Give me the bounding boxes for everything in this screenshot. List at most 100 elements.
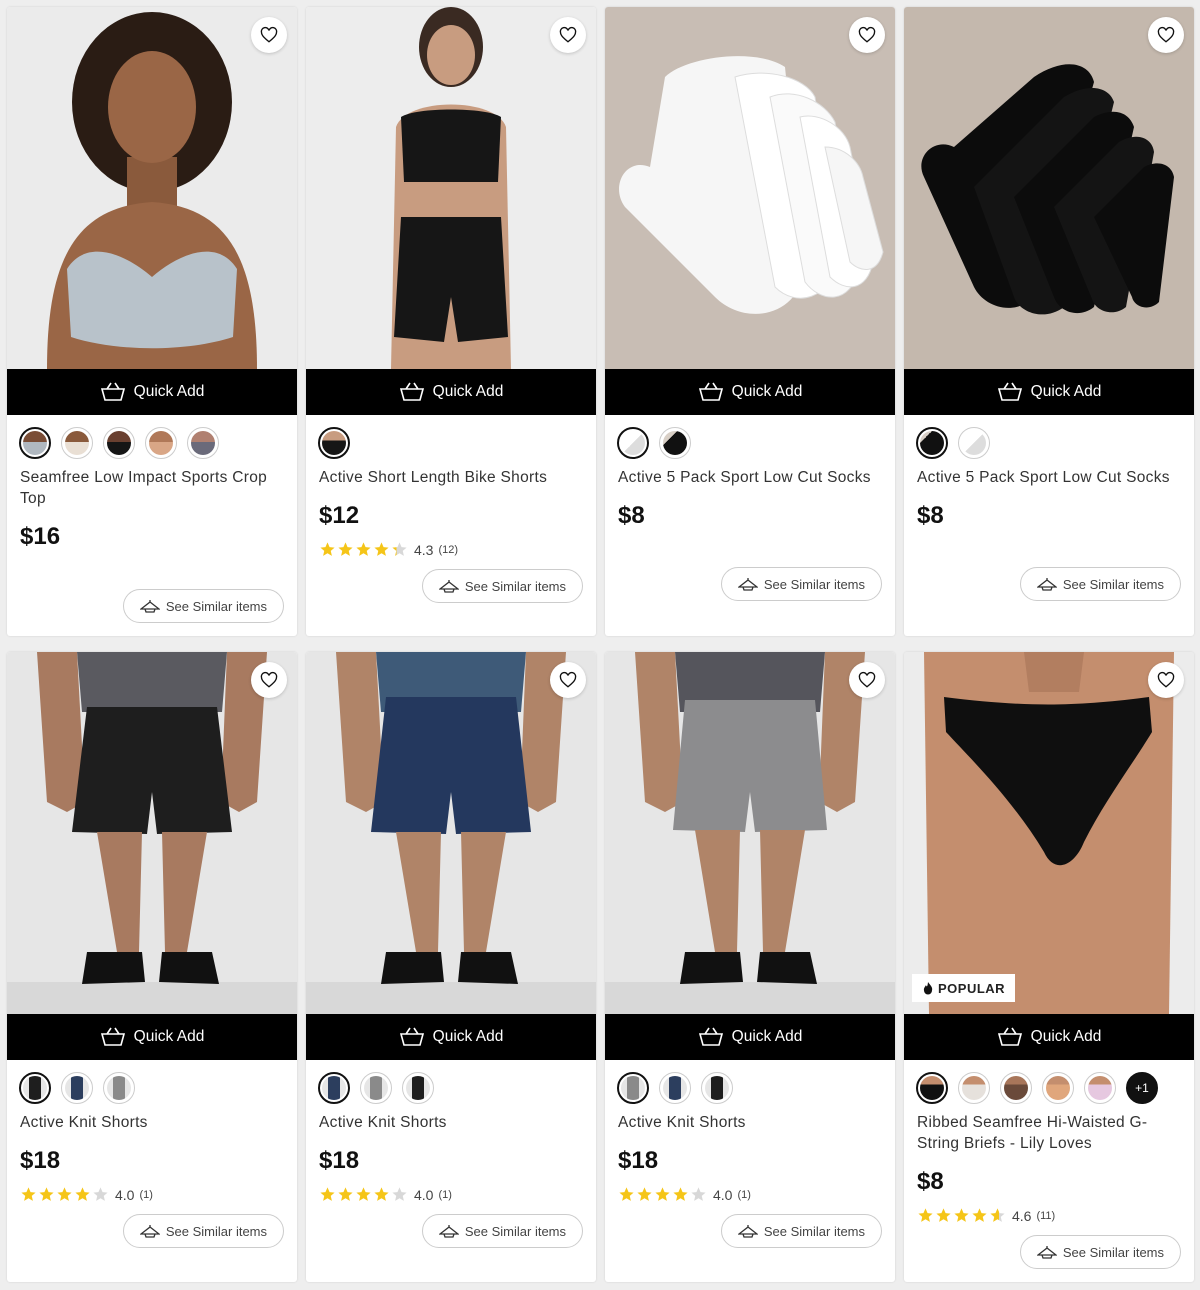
quick-add-button[interactable]: Quick Add xyxy=(306,1014,596,1060)
star-icon xyxy=(374,1187,389,1201)
color-swatch[interactable] xyxy=(617,1072,649,1104)
star-rating-icon xyxy=(917,1207,1006,1224)
product-rating: 4.0 (1) xyxy=(319,1186,452,1203)
product-image[interactable] xyxy=(605,652,895,1014)
color-swatch[interactable] xyxy=(916,427,948,459)
color-swatch[interactable] xyxy=(187,427,219,459)
color-swatch[interactable] xyxy=(958,427,990,459)
product-card[interactable]: Quick Add Seamfree Low Impact Sports Cro… xyxy=(7,7,297,636)
color-swatch[interactable] xyxy=(103,427,135,459)
see-similar-label: See Similar items xyxy=(763,576,865,592)
wishlist-heart-icon[interactable] xyxy=(550,662,586,698)
rating-value: 4.3 xyxy=(414,541,434,558)
color-swatch[interactable] xyxy=(318,427,350,459)
quick-add-button[interactable]: Quick Add xyxy=(605,1014,895,1060)
color-swatch[interactable] xyxy=(659,1072,691,1104)
see-similar-button[interactable]: See Similar items xyxy=(720,567,882,601)
color-swatch[interactable] xyxy=(402,1072,434,1104)
product-price: $12 xyxy=(319,502,360,529)
color-swatch[interactable] xyxy=(1000,1072,1032,1104)
wishlist-heart-icon[interactable] xyxy=(251,662,287,698)
color-swatches xyxy=(318,1072,434,1104)
quick-add-button[interactable]: Quick Add xyxy=(7,369,297,415)
color-swatch[interactable] xyxy=(958,1072,990,1104)
color-swatch[interactable] xyxy=(145,427,177,459)
star-icon xyxy=(75,1187,90,1201)
color-swatch[interactable] xyxy=(701,1072,733,1104)
quick-add-button[interactable]: Quick Add xyxy=(7,1014,297,1060)
see-similar-button[interactable]: See Similar items xyxy=(720,1214,882,1248)
product-name[interactable]: Active 5 Pack Sport Low Cut Socks xyxy=(618,467,880,488)
more-swatches-button[interactable]: +1 xyxy=(1126,1072,1158,1104)
color-swatch[interactable] xyxy=(659,427,691,459)
color-swatch[interactable] xyxy=(1084,1072,1116,1104)
product-image[interactable] xyxy=(7,7,297,369)
product-image[interactable] xyxy=(904,652,1194,1014)
quick-add-button[interactable]: Quick Add xyxy=(306,369,596,415)
color-swatch[interactable] xyxy=(916,1072,948,1104)
product-image[interactable] xyxy=(7,652,297,1014)
review-count: (1) xyxy=(139,1188,153,1201)
quick-add-button[interactable]: Quick Add xyxy=(904,369,1194,415)
wishlist-heart-icon[interactable] xyxy=(1148,662,1184,698)
product-price: $18 xyxy=(618,1147,659,1174)
hanger-icon xyxy=(1036,578,1057,591)
see-similar-button[interactable]: See Similar items xyxy=(421,1214,583,1248)
product-card[interactable]: Quick Add Active 5 Pack Sport Low Cut So… xyxy=(605,7,895,636)
see-similar-button[interactable]: See Similar items xyxy=(122,589,284,623)
hanger-icon xyxy=(737,1225,758,1238)
wishlist-heart-icon[interactable] xyxy=(849,662,885,698)
product-price: $8 xyxy=(917,1168,944,1195)
wishlist-heart-icon[interactable] xyxy=(550,17,586,53)
product-card[interactable]: Quick Add Active Short Length Bike Short… xyxy=(306,7,596,636)
quick-add-button[interactable]: Quick Add xyxy=(605,369,895,415)
star-icon xyxy=(320,1187,335,1201)
product-image[interactable] xyxy=(605,7,895,369)
color-swatch[interactable] xyxy=(61,1072,93,1104)
quick-add-label: Quick Add xyxy=(432,1028,504,1045)
star-icon xyxy=(936,1208,951,1222)
see-similar-button[interactable]: See Similar items xyxy=(1019,567,1181,601)
product-card[interactable]: Quick Add Active Knit Shorts $18 4.0 (1)… xyxy=(605,652,895,1282)
product-name[interactable]: Ribbed Seamfree Hi-Waisted G-String Brie… xyxy=(917,1112,1179,1154)
see-similar-button[interactable]: See Similar items xyxy=(421,569,583,603)
color-swatch[interactable] xyxy=(103,1072,135,1104)
star-icon xyxy=(338,542,353,556)
product-price: $18 xyxy=(20,1147,61,1174)
product-name[interactable]: Seamfree Low Impact Sports Crop Top xyxy=(20,467,282,509)
review-count: (12) xyxy=(438,543,459,556)
wishlist-heart-icon[interactable] xyxy=(849,17,885,53)
product-card[interactable]: POPULAR Quick Add +1 Ribbed Seamfree Hi-… xyxy=(904,652,1194,1282)
hanger-icon xyxy=(139,1225,160,1238)
color-swatch[interactable] xyxy=(61,427,93,459)
product-card[interactable]: Quick Add Active Knit Shorts $18 4.0 (1)… xyxy=(7,652,297,1282)
wishlist-heart-icon[interactable] xyxy=(251,17,287,53)
color-swatch[interactable] xyxy=(1042,1072,1074,1104)
color-swatches xyxy=(617,1072,733,1104)
quick-add-button[interactable]: Quick Add xyxy=(904,1014,1194,1060)
color-swatch[interactable] xyxy=(318,1072,350,1104)
see-similar-label: See Similar items xyxy=(464,1223,566,1239)
see-similar-button[interactable]: See Similar items xyxy=(1019,1235,1181,1269)
product-name[interactable]: Active Knit Shorts xyxy=(618,1112,880,1133)
star-icon xyxy=(320,542,335,556)
product-image[interactable] xyxy=(306,652,596,1014)
product-name[interactable]: Active Knit Shorts xyxy=(20,1112,282,1133)
wishlist-heart-icon[interactable] xyxy=(1148,17,1184,53)
product-rating: 4.6 (11) xyxy=(917,1207,1055,1224)
see-similar-button[interactable]: See Similar items xyxy=(122,1214,284,1248)
product-name[interactable]: Active Short Length Bike Shorts xyxy=(319,467,581,488)
product-card[interactable]: Quick Add Active 5 Pack Sport Low Cut So… xyxy=(904,7,1194,636)
color-swatch[interactable] xyxy=(360,1072,392,1104)
color-swatch[interactable] xyxy=(617,427,649,459)
product-card[interactable]: Quick Add Active Knit Shorts $18 4.0 (1)… xyxy=(306,652,596,1282)
color-swatch[interactable] xyxy=(19,427,51,459)
color-swatch[interactable] xyxy=(19,1072,51,1104)
color-swatches xyxy=(617,427,691,459)
color-swatches xyxy=(916,427,990,459)
product-image[interactable] xyxy=(904,7,1194,369)
product-name[interactable]: Active 5 Pack Sport Low Cut Socks xyxy=(917,467,1179,488)
product-image[interactable] xyxy=(306,7,596,369)
product-price: $8 xyxy=(917,502,944,529)
product-name[interactable]: Active Knit Shorts xyxy=(319,1112,581,1133)
